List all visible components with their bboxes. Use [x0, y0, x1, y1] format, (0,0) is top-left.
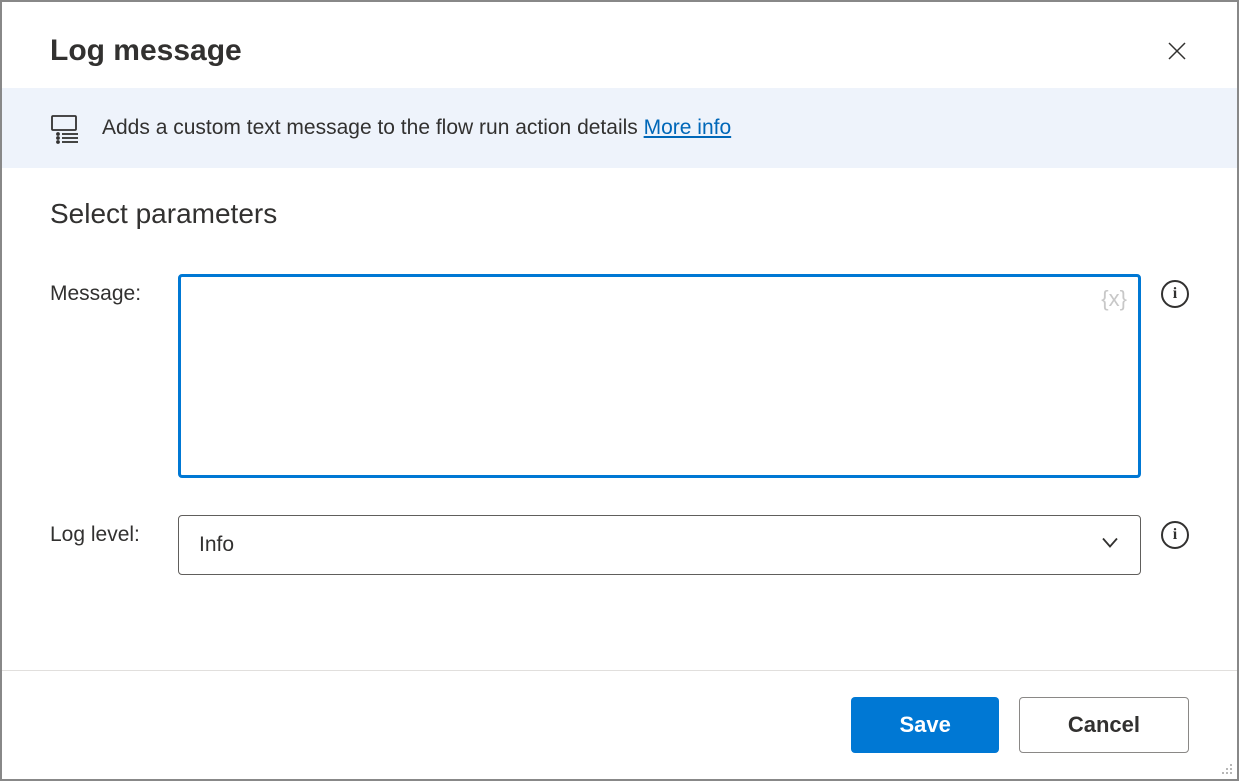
resize-grip-icon[interactable] — [1219, 761, 1233, 775]
message-input[interactable] — [178, 274, 1141, 478]
cancel-button[interactable]: Cancel — [1019, 697, 1189, 753]
log-message-dialog: Log message Adds a custom text message t… — [0, 0, 1239, 781]
section-title: Select parameters — [50, 198, 1189, 230]
close-icon[interactable] — [1165, 39, 1189, 63]
more-info-link[interactable]: More info — [644, 116, 732, 139]
dialog-footer: Save Cancel — [2, 670, 1237, 779]
variable-picker-icon[interactable]: {x} — [1101, 286, 1127, 312]
banner-text: Adds a custom text message to the flow r… — [102, 116, 731, 140]
dialog-title: Log message — [50, 34, 242, 68]
log-level-input-wrap: Info — [178, 515, 1141, 575]
log-level-row: Log level: Info i — [50, 515, 1189, 575]
log-action-icon — [50, 112, 82, 144]
message-label: Message: — [50, 274, 158, 306]
message-row: Message: {x} i — [50, 274, 1189, 483]
dialog-content: Select parameters Message: {x} i Log lev… — [2, 168, 1237, 670]
log-level-label: Log level: — [50, 515, 158, 547]
dialog-header: Log message — [2, 2, 1237, 88]
info-banner: Adds a custom text message to the flow r… — [2, 88, 1237, 168]
save-button[interactable]: Save — [851, 697, 998, 753]
message-input-wrap: {x} — [178, 274, 1141, 483]
message-info-icon[interactable]: i — [1161, 280, 1189, 308]
banner-description: Adds a custom text message to the flow r… — [102, 116, 644, 139]
log-level-info-icon[interactable]: i — [1161, 521, 1189, 549]
log-level-select[interactable]: Info — [178, 515, 1141, 575]
log-level-value: Info — [199, 533, 234, 557]
